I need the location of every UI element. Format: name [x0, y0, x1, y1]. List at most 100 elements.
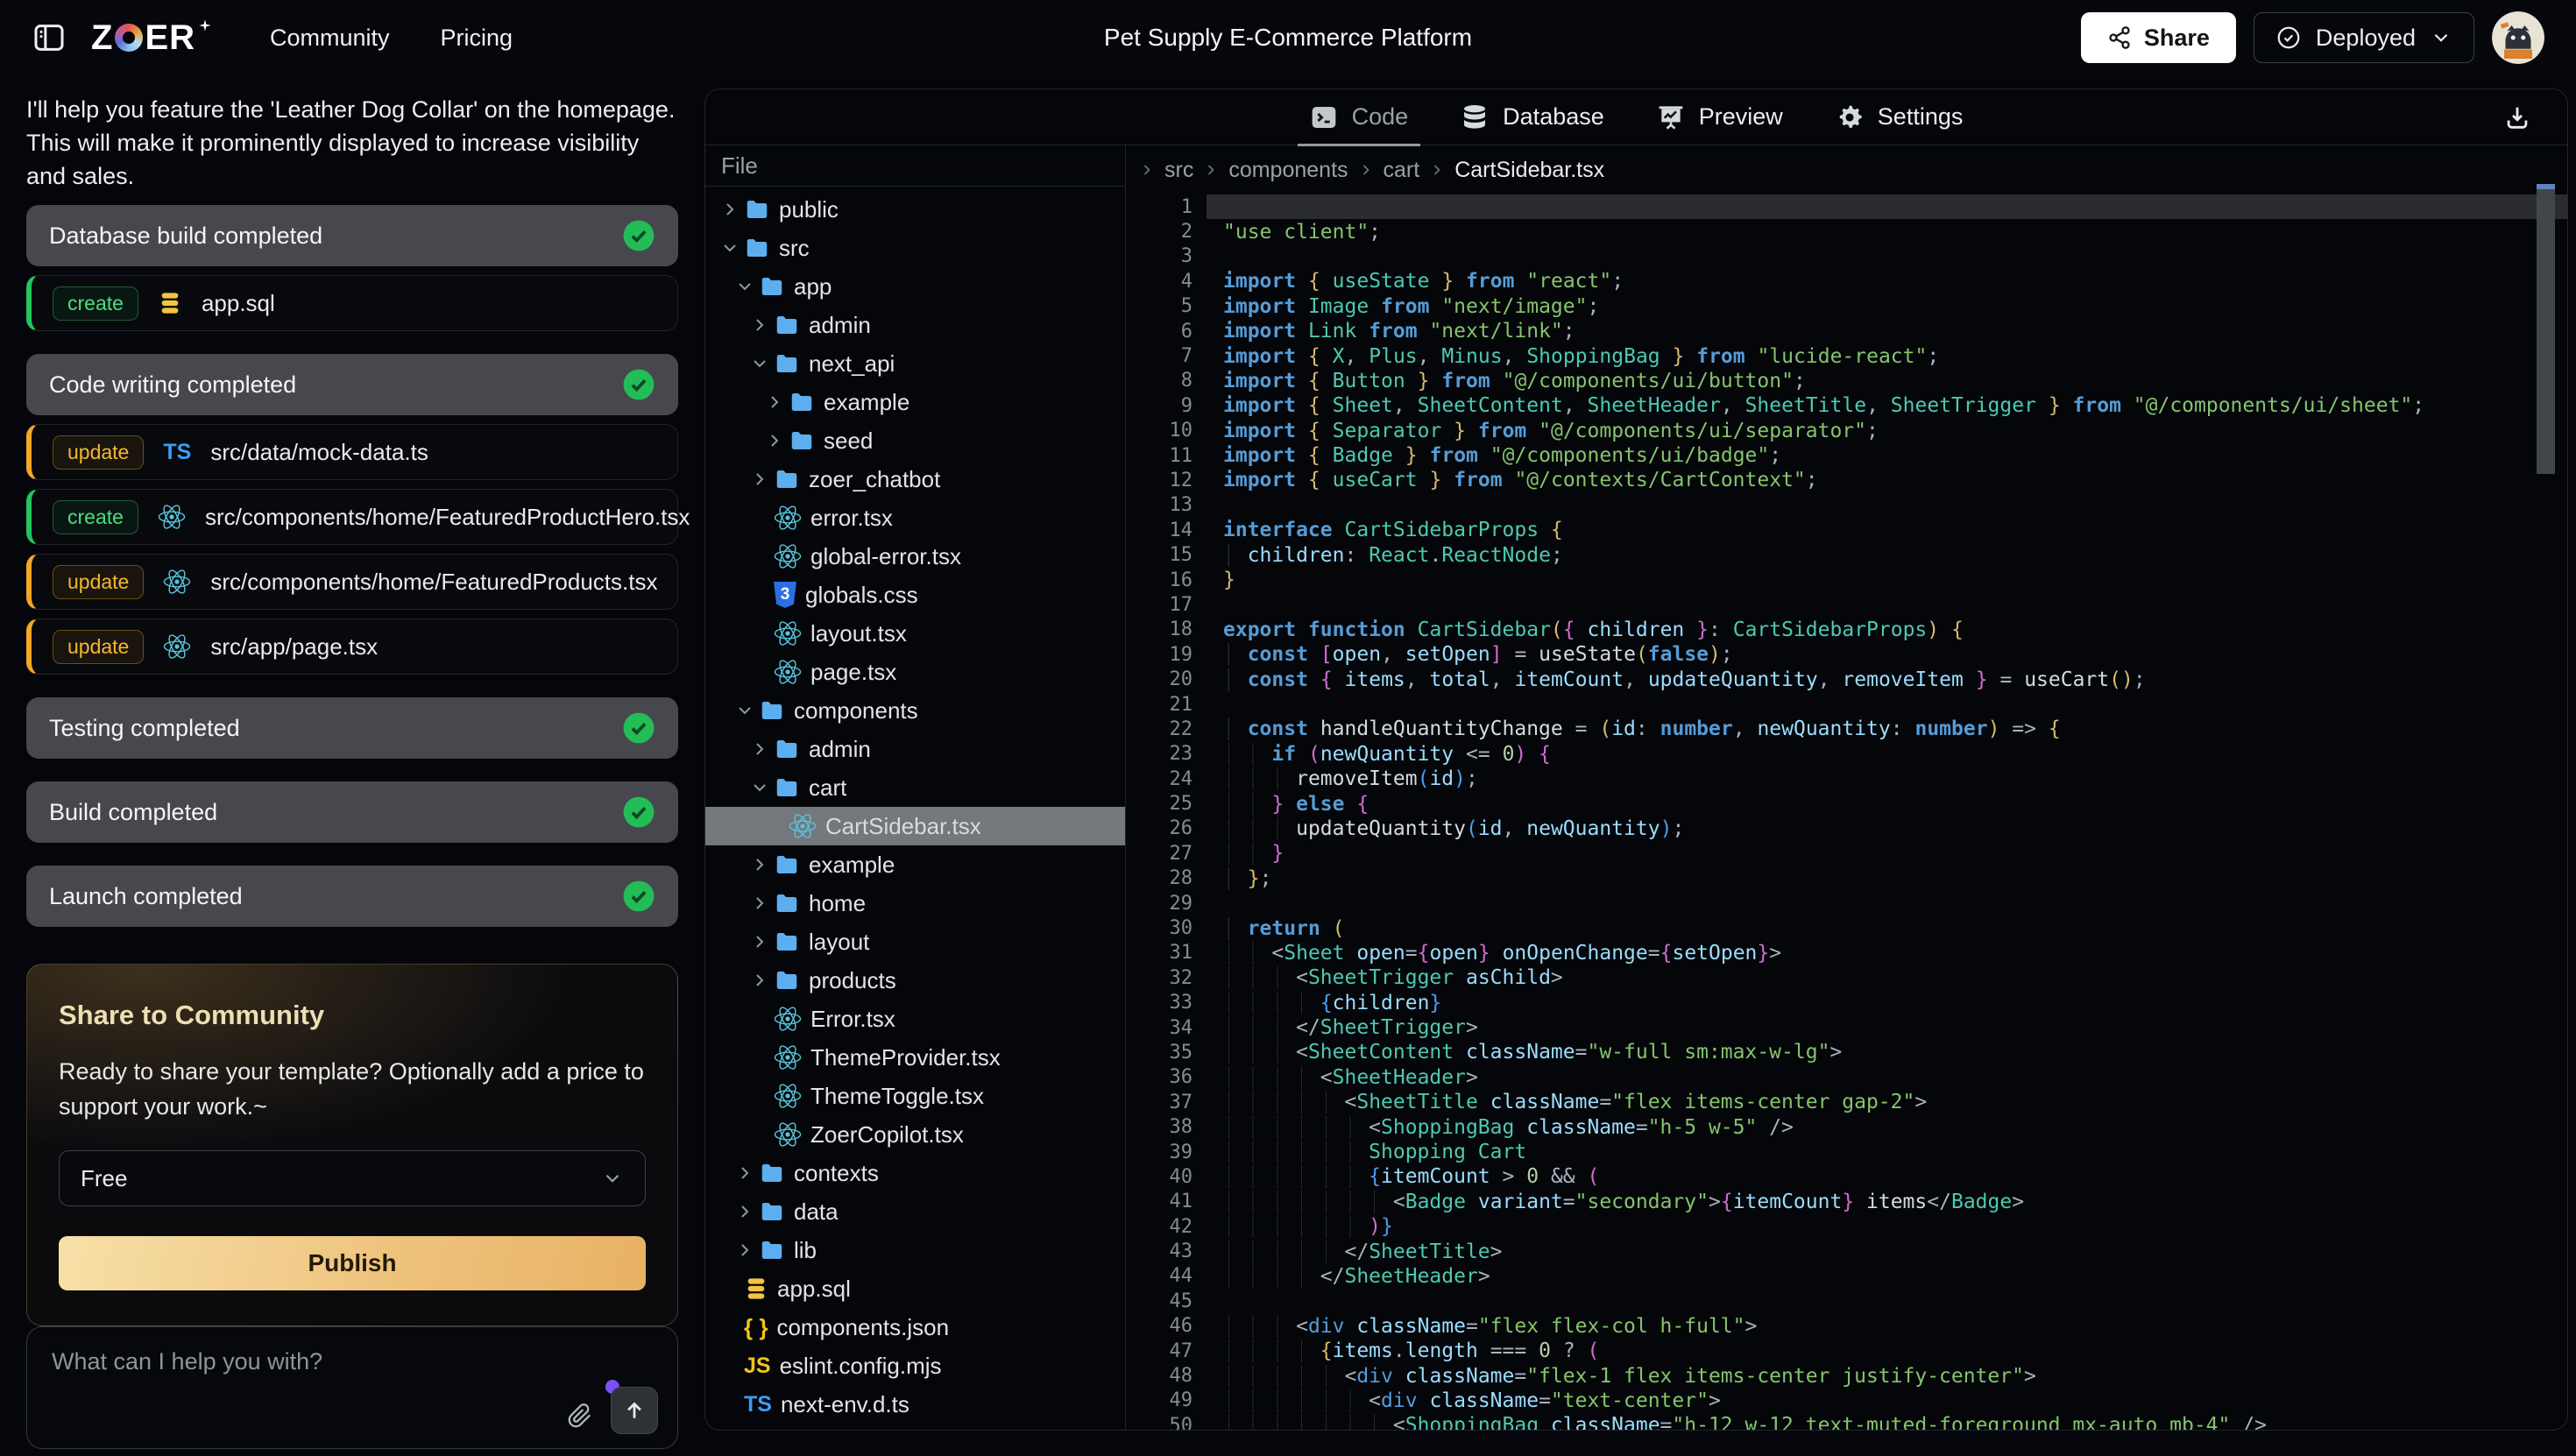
code-editor[interactable]: 1 2 "use client"; 3 4 import { useState … — [1126, 194, 2567, 1430]
line-number: 30 — [1126, 917, 1192, 939]
folder-icon — [744, 235, 770, 261]
status-card: Code writing completed — [26, 354, 678, 415]
code-line: 38 <ShoppingBag className="h-5 w-5" /> — [1126, 1114, 2567, 1139]
code-line: 10 import { Separator } from "@/componen… — [1126, 419, 2567, 443]
share-button[interactable]: Share — [2081, 12, 2236, 63]
sidebar-toggle-button[interactable] — [32, 20, 67, 55]
file-path: src/components/home/FeaturedProducts.tsx — [210, 569, 657, 596]
file-change-card[interactable]: update src/app/page.tsx — [26, 618, 678, 675]
tree-row[interactable]: 3 globals.css — [705, 576, 1125, 614]
topbar-nav: Community Pricing — [270, 25, 513, 52]
tree-row[interactable]: components — [705, 691, 1125, 730]
file-change-card[interactable]: update TS src/data/mock-data.ts — [26, 424, 678, 480]
chevron-down-icon — [747, 777, 772, 798]
scrollbar-thumb[interactable] — [2537, 189, 2555, 474]
chevron-right-icon — [747, 469, 772, 490]
send-button[interactable] — [611, 1387, 658, 1434]
file-change-card[interactable]: update src/components/home/FeaturedProdu… — [26, 554, 678, 610]
tree-row[interactable]: admin — [705, 306, 1125, 344]
react-icon — [774, 1120, 802, 1149]
react-icon — [163, 633, 191, 661]
tree-row[interactable]: ThemeProvider.tsx — [705, 1038, 1125, 1077]
line-number: 34 — [1126, 1017, 1192, 1039]
code-line: 9 import { Sheet, SheetContent, SheetHea… — [1126, 393, 2567, 418]
tree-row[interactable]: next_api — [705, 344, 1125, 383]
tree-row[interactable]: src — [705, 229, 1125, 267]
tree-row[interactable]: admin — [705, 730, 1125, 768]
folder-icon — [774, 736, 800, 762]
tree-row[interactable]: TS next-env.d.ts — [705, 1385, 1125, 1424]
code-line: 49 <div className="text-center"> — [1126, 1389, 2567, 1413]
chat-input[interactable] — [52, 1348, 485, 1375]
tree-row[interactable]: { } components.json — [705, 1308, 1125, 1346]
tree-row[interactable]: data — [705, 1192, 1125, 1231]
line-number: 19 — [1126, 644, 1192, 666]
arrow-up-icon — [621, 1397, 648, 1424]
css-icon: 3 — [774, 582, 796, 608]
chevron-right-icon — [762, 430, 787, 451]
tab-database[interactable]: Database — [1434, 89, 1631, 145]
price-select[interactable]: Free — [59, 1150, 646, 1206]
line-number: 17 — [1126, 594, 1192, 616]
tree-row[interactable]: Error.tsx — [705, 1000, 1125, 1038]
chevron-right-icon — [747, 739, 772, 760]
tree-row[interactable]: CartSidebar.tsx — [705, 807, 1125, 845]
line-number: 20 — [1126, 668, 1192, 690]
tree-row[interactable]: example — [705, 845, 1125, 884]
folder-icon — [774, 852, 800, 878]
tree-row[interactable]: zoer_chatbot — [705, 460, 1125, 498]
breadcrumb-segment[interactable]: components — [1228, 158, 1348, 183]
tab-preview[interactable]: Preview — [1631, 89, 1809, 145]
tree-row[interactable]: global-error.tsx — [705, 537, 1125, 576]
chevron-down-icon — [718, 237, 742, 258]
line-number: 49 — [1126, 1389, 1192, 1411]
tree-row[interactable]: JS eslint.config.mjs — [705, 1346, 1125, 1385]
avatar[interactable] — [2492, 11, 2544, 64]
tree-row[interactable]: app.sql — [705, 1269, 1125, 1308]
file-change-card[interactable]: create app.sql — [26, 275, 678, 331]
publish-button[interactable]: Publish — [59, 1236, 646, 1290]
zoer-logo[interactable]: ZER — [91, 18, 212, 58]
line-number: 1 — [1126, 196, 1192, 218]
tree-row[interactable]: app — [705, 267, 1125, 306]
tree-row[interactable]: products — [705, 961, 1125, 1000]
tree-row[interactable]: lib — [705, 1231, 1125, 1269]
settings-icon — [1836, 103, 1864, 131]
tree-row[interactable]: error.tsx — [705, 498, 1125, 537]
tree-row[interactable]: contexts — [705, 1154, 1125, 1192]
tree-row[interactable]: home — [705, 884, 1125, 922]
breadcrumb-segment[interactable]: cart — [1384, 158, 1420, 183]
nav-link-community[interactable]: Community — [270, 25, 390, 52]
download-button[interactable] — [2502, 102, 2532, 132]
tree-row[interactable]: example — [705, 383, 1125, 421]
nav-link-pricing[interactable]: Pricing — [441, 25, 513, 52]
code-line: 8 import { Button } from "@/components/u… — [1126, 369, 2567, 393]
file-path: src/components/home/FeaturedProductHero.… — [205, 504, 690, 531]
code-line: 36 <SheetHeader> — [1126, 1065, 2567, 1090]
status-card: Testing completed — [26, 697, 678, 759]
react-icon — [774, 542, 802, 570]
file-change-card[interactable]: create src/components/home/FeaturedProdu… — [26, 489, 678, 545]
tree-row[interactable]: ThemeToggle.tsx — [705, 1077, 1125, 1115]
breadcrumb-segment[interactable]: CartSidebar.tsx — [1454, 158, 1604, 183]
tab-settings[interactable]: Settings — [1809, 89, 1990, 145]
tree-row[interactable]: layout.tsx — [705, 614, 1125, 653]
line-number: 21 — [1126, 694, 1192, 716]
tab-code[interactable]: Code — [1284, 89, 1435, 145]
tree-row[interactable]: seed — [705, 421, 1125, 460]
tree-row[interactable]: cart — [705, 768, 1125, 807]
breadcrumb-segment[interactable]: src — [1164, 158, 1193, 183]
file-path: src/app/page.tsx — [210, 633, 378, 661]
code-line: 33 {children} — [1126, 991, 2567, 1015]
tree-row[interactable]: ZoerCopilot.tsx — [705, 1115, 1125, 1154]
react-icon — [774, 619, 802, 647]
tree-row[interactable]: public — [705, 190, 1125, 229]
tree-row[interactable]: page.tsx — [705, 653, 1125, 691]
chevron-down-icon — [747, 353, 772, 374]
attach-button[interactable] — [567, 1403, 593, 1429]
tree-label: contexts — [794, 1160, 879, 1187]
check-circle-icon — [622, 880, 655, 913]
deployed-dropdown[interactable]: Deployed — [2254, 12, 2474, 63]
tree-row[interactable]: layout — [705, 922, 1125, 961]
tree-label: home — [809, 890, 866, 917]
